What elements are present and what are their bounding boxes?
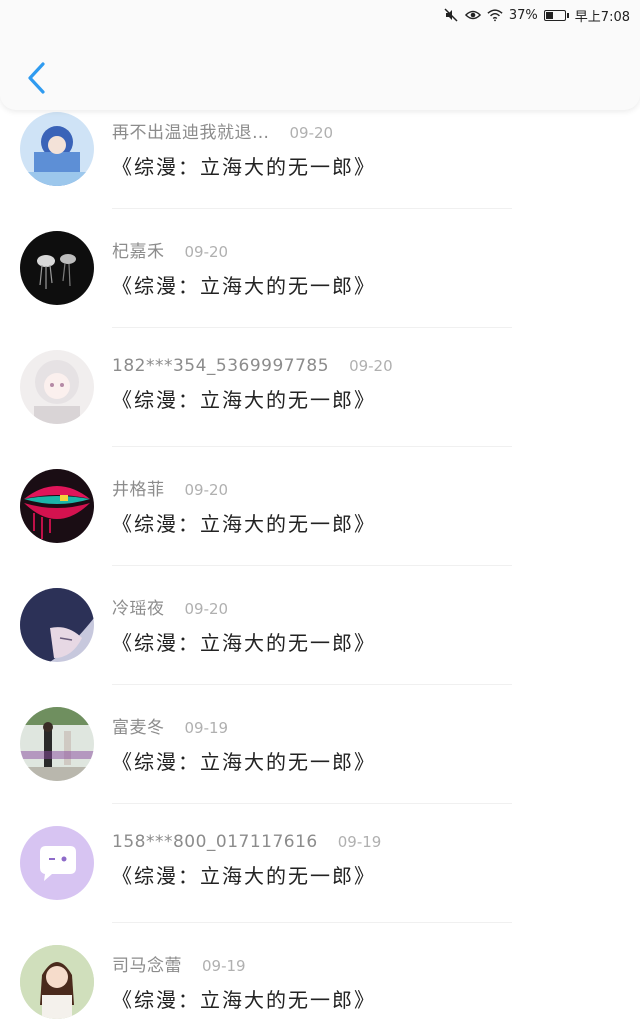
wifi-icon (487, 7, 503, 23)
username[interactable]: 158***800_017117616 (112, 832, 318, 852)
list-item[interactable]: 司马念蕾 09-19 《综漫：立海大的无一郎》 (0, 933, 640, 1024)
date: 09-19 (202, 957, 246, 975)
photo-people-avatar[interactable] (20, 707, 94, 781)
date: 09-19 (184, 719, 229, 737)
comment-text: 《综漫：立海大的无一郎》 (112, 155, 376, 179)
username[interactable]: 富麦冬 (112, 713, 165, 738)
divider (112, 208, 512, 209)
list-item[interactable]: 杞嘉禾 09-20 《综漫：立海大的无一郎》 (0, 219, 640, 338)
list-item[interactable]: 182***354_5369997785 09-20 《综漫：立海大的无一郎》 (0, 338, 640, 457)
list-item[interactable]: 再不出温迪我就退… 09-20 《综漫：立海大的无一郎》 (0, 100, 640, 219)
username[interactable]: 冷瑶夜 (112, 594, 165, 619)
eye-icon (464, 7, 481, 23)
dark-jellyfish-avatar[interactable] (20, 231, 94, 305)
anime-white-hair-avatar[interactable] (20, 350, 94, 424)
anime-blue-avatar[interactable] (20, 112, 94, 186)
status-bar: 37% 早上7:08 (0, 0, 640, 30)
list-item[interactable]: 井格菲 09-20 《综漫：立海大的无一郎》 (0, 457, 640, 576)
username[interactable]: 杞嘉禾 (112, 237, 165, 262)
username[interactable]: 司马念蕾 (112, 951, 182, 976)
comment-list: 再不出温迪我就退… 09-20 《综漫：立海大的无一郎》 杞嘉禾 09-20 《… (0, 100, 640, 1024)
divider (112, 565, 512, 566)
back-button[interactable] (18, 58, 54, 98)
red-lips-avatar[interactable] (20, 469, 94, 543)
date: 09-20 (349, 357, 393, 375)
divider (112, 684, 512, 685)
date: 09-20 (184, 243, 229, 261)
photo-girl-avatar[interactable] (20, 945, 94, 1019)
list-item[interactable]: 富麦冬 09-19 《综漫：立海大的无一郎》 (0, 695, 640, 814)
purple-chat-bubble-avatar[interactable] (20, 826, 94, 900)
comment-text: 《综漫：立海大的无一郎》 (112, 988, 376, 1012)
date: 09-20 (184, 481, 229, 499)
list-item[interactable]: 冷瑶夜 09-20 《综漫：立海大的无一郎》 (0, 576, 640, 695)
chevron-left-icon (28, 62, 45, 94)
comment-text: 《综漫：立海大的无一郎》 (112, 631, 376, 655)
mute-icon (443, 7, 459, 23)
clock: 早上7:08 (574, 9, 630, 25)
comment-text: 《综漫：立海大的无一郎》 (112, 512, 376, 536)
date: 09-20 (289, 124, 334, 142)
list-item[interactable]: 158***800_017117616 09-19 《综漫：立海大的无一郎》 (0, 814, 640, 933)
battery-percent: 37% (508, 7, 538, 23)
date: 09-20 (184, 600, 229, 618)
comment-text: 《综漫：立海大的无一郎》 (112, 750, 376, 774)
username[interactable]: 182***354_5369997785 (112, 356, 329, 376)
divider (112, 327, 512, 328)
comment-text: 《综漫：立海大的无一郎》 (112, 388, 376, 412)
comment-text: 《综漫：立海大的无一郎》 (112, 274, 376, 298)
anime-dark-hair-avatar[interactable] (20, 588, 94, 662)
date: 09-19 (337, 833, 382, 851)
comment-text: 《综漫：立海大的无一郎》 (112, 864, 376, 888)
divider (112, 922, 512, 923)
username[interactable]: 井格菲 (112, 475, 165, 500)
screen: 37% 早上7:08 再不出温迪我就退… 09-20 《综漫：立海大的无一郎》 … (0, 0, 640, 1024)
divider (112, 803, 512, 804)
username[interactable]: 再不出温迪我就退… (112, 118, 270, 143)
battery-icon (543, 9, 569, 21)
divider (112, 446, 512, 447)
